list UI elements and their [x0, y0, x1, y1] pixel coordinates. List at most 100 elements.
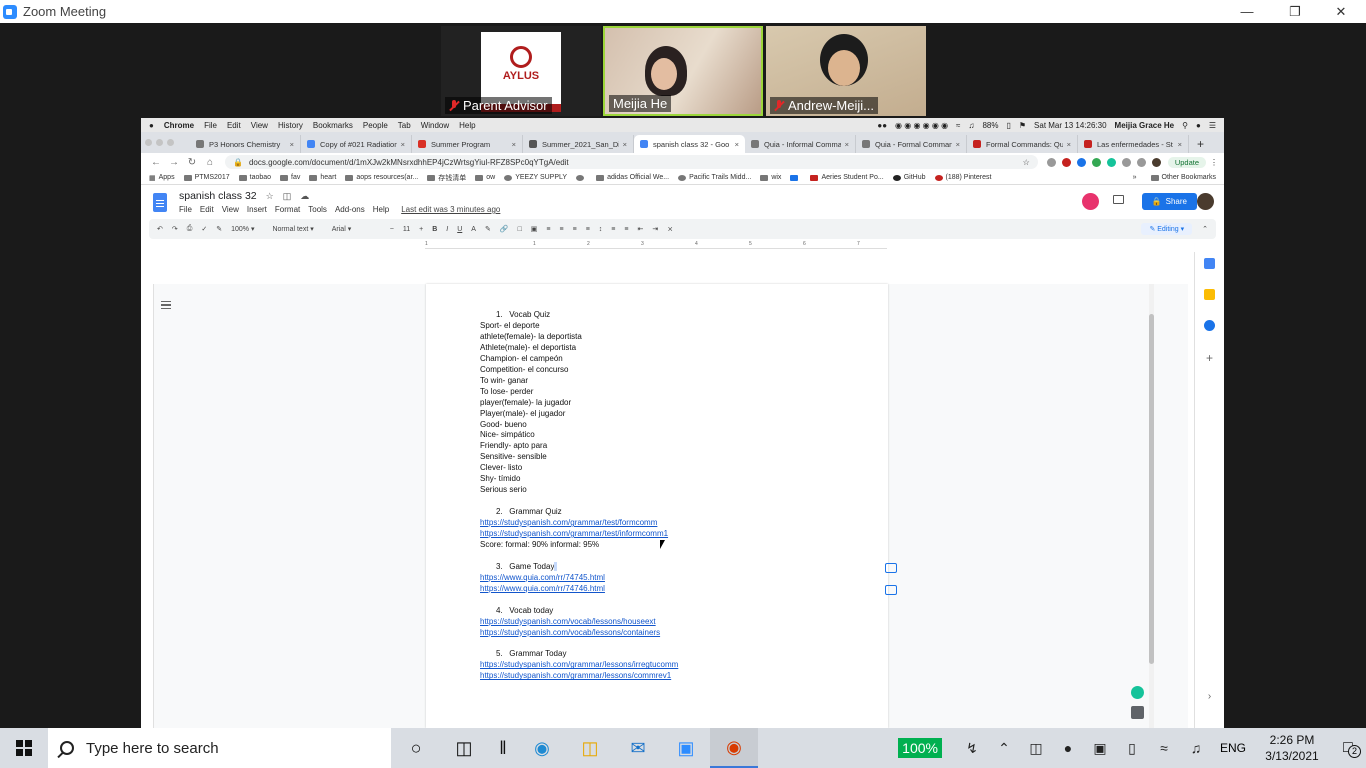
- docs-menu-help[interactable]: Help: [373, 205, 389, 214]
- bookmark-item[interactable]: Pacific Trails Midd...: [678, 174, 751, 181]
- docs-menu-insert[interactable]: Insert: [247, 205, 267, 214]
- tab-close-icon[interactable]: ×: [623, 140, 627, 149]
- bookmark-item[interactable]: GitHub: [892, 174, 926, 181]
- participant-tile-andrew[interactable]: Andrew-Meiji...: [766, 26, 926, 116]
- tab-radiation[interactable]: Copy of #021 Radiation ×: [301, 135, 412, 153]
- extension-icon[interactable]: [1076, 157, 1086, 167]
- divider-icon[interactable]: ‖: [488, 728, 518, 768]
- menu-window[interactable]: Window: [421, 121, 449, 130]
- insert-image-icon[interactable]: ▣: [531, 225, 538, 233]
- bookmark-item[interactable]: adidas Official We...: [596, 174, 669, 181]
- doc-link[interactable]: https://studyspanish.com/grammar/test/fo…: [480, 518, 860, 529]
- forward-icon[interactable]: →: [165, 157, 183, 168]
- tab-close-icon[interactable]: ×: [512, 140, 516, 149]
- increase-indent-icon[interactable]: ⇥: [652, 225, 658, 233]
- menu-chrome[interactable]: Chrome: [164, 121, 194, 130]
- docs-menu-addons[interactable]: Add-ons: [335, 205, 365, 214]
- other-bookmarks[interactable]: Other Bookmarks: [1150, 174, 1216, 181]
- close-button[interactable]: ✕: [1318, 0, 1364, 23]
- document-outline-icon[interactable]: [161, 301, 171, 309]
- tab-close-icon[interactable]: ×: [401, 140, 405, 149]
- link-icon[interactable]: 🔗: [500, 225, 509, 233]
- extension-icon[interactable]: [1106, 157, 1116, 167]
- doc-page[interactable]: 1. Vocab Quiz Sport- el deporte athlete(…: [426, 284, 888, 728]
- text-color-icon[interactable]: A: [471, 226, 476, 233]
- mac-user[interactable]: Meijia Grace He: [1115, 121, 1175, 130]
- tab-close-icon[interactable]: ×: [956, 140, 960, 149]
- bookmark-item[interactable]: ow: [475, 174, 495, 181]
- minimize-button[interactable]: —: [1224, 0, 1270, 23]
- tab-summer-program[interactable]: Summer Program ×: [412, 135, 523, 153]
- comment-history-icon[interactable]: [1113, 195, 1124, 204]
- tab-formal-commands[interactable]: Formal Commands: Qu ×: [967, 135, 1078, 153]
- battery-icon[interactable]: ▯: [1116, 740, 1148, 757]
- reload-icon[interactable]: ↻: [183, 157, 201, 168]
- task-view-icon[interactable]: ◫: [440, 728, 488, 768]
- extension-icon[interactable]: [1091, 157, 1101, 167]
- menu-edit[interactable]: Edit: [227, 121, 241, 130]
- volume-icon[interactable]: ♫: [1180, 740, 1212, 756]
- bulleted-list-icon[interactable]: ≡: [624, 226, 628, 233]
- docs-menu-view[interactable]: View: [222, 205, 239, 214]
- home-icon[interactable]: ⌂: [201, 157, 219, 168]
- screen-clip-icon[interactable]: ▣: [1084, 740, 1116, 757]
- bookmark-item[interactable]: [576, 174, 587, 181]
- battery-icon[interactable]: ▯: [1006, 121, 1010, 130]
- doc-link[interactable]: https://studyspanish.com/grammar/test/in…: [480, 529, 860, 540]
- tab-close-icon[interactable]: ×: [845, 140, 849, 149]
- wechat-icon[interactable]: ●●: [877, 121, 887, 130]
- bookmark-item[interactable]: [790, 174, 801, 181]
- collapse-toolbar-icon[interactable]: ⌃: [1202, 225, 1208, 233]
- bookmark-item[interactable]: wix: [760, 174, 781, 181]
- docs-menu-format[interactable]: Format: [275, 205, 300, 214]
- mail-icon[interactable]: ✉: [614, 728, 662, 768]
- wifi-icon[interactable]: ≈: [1148, 740, 1180, 756]
- align-justify-icon[interactable]: ≡: [586, 226, 590, 233]
- tab-close-icon[interactable]: ×: [735, 140, 739, 149]
- meet-icon[interactable]: [1082, 193, 1099, 210]
- editing-mode-select[interactable]: ✎ Editing ▾: [1141, 223, 1193, 235]
- align-center-icon[interactable]: ≡: [560, 226, 564, 233]
- flag-icon[interactable]: ⚑: [1019, 121, 1026, 130]
- grammarly-icon[interactable]: [1131, 686, 1144, 699]
- align-left-icon[interactable]: ≡: [546, 226, 550, 233]
- decrease-indent-icon[interactable]: ⇤: [637, 225, 643, 233]
- account-avatar[interactable]: [1197, 193, 1214, 210]
- vertical-ruler[interactable]: [148, 284, 154, 728]
- numbered-list-icon[interactable]: ≡: [611, 226, 615, 233]
- doc-link[interactable]: https://studyspanish.com/vocab/lessons/h…: [480, 617, 860, 628]
- taskbar-search[interactable]: Type here to search: [48, 728, 391, 768]
- taskbar-clock[interactable]: 2:26 PM 3/13/2021: [1254, 732, 1330, 764]
- font-select[interactable]: Arial ▾: [332, 225, 380, 233]
- tab-enfermedades[interactable]: Las enfermedades - St ×: [1078, 135, 1189, 153]
- tab-chemistry[interactable]: P3 Honors Chemistry ×: [190, 135, 301, 153]
- address-bar[interactable]: 🔒 docs.google.com/document/d/1mXJw2kMNsr…: [225, 155, 1038, 169]
- doc-body[interactable]: 1. Vocab Quiz Sport- el deporte athlete(…: [480, 310, 860, 682]
- tab-close-icon[interactable]: ×: [1178, 140, 1182, 149]
- bookmarks-overflow[interactable]: »: [1133, 174, 1137, 181]
- doc-link[interactable]: https://www.quia.com/rr/74745.html: [480, 573, 860, 584]
- bookmark-item[interactable]: Aeries Student Po...: [810, 174, 884, 181]
- update-button[interactable]: Update: [1167, 156, 1206, 168]
- extension-icon[interactable]: [1046, 157, 1056, 167]
- add-comment-icon[interactable]: □: [518, 226, 522, 233]
- mac-clock[interactable]: Sat Mar 13 14:26:30: [1034, 121, 1107, 130]
- zoom-taskbar-icon[interactable]: ▣: [662, 728, 710, 768]
- tab-quia-formal[interactable]: Quia - Formal Comman ×: [856, 135, 967, 153]
- italic-icon[interactable]: I: [446, 226, 448, 233]
- redo-icon[interactable]: ↷: [172, 225, 178, 233]
- docs-menu-tools[interactable]: Tools: [308, 205, 327, 214]
- bookmark-item[interactable]: (188) Pinterest: [934, 174, 991, 181]
- participant-tile-meijia-he[interactable]: Meijia He: [603, 26, 763, 116]
- tab-quia-informal[interactable]: Quia - Informal Comma ×: [745, 135, 856, 153]
- extension-icon[interactable]: [1121, 157, 1131, 167]
- new-tab-button[interactable]: +: [1197, 135, 1204, 153]
- extension-icon[interactable]: [1061, 157, 1071, 167]
- font-size-input[interactable]: 11: [403, 226, 410, 233]
- power-plug-icon[interactable]: ↯: [956, 740, 988, 757]
- bookmark-apps[interactable]: ▦ Apps: [149, 174, 175, 182]
- menu-file[interactable]: File: [204, 121, 217, 130]
- undo-icon[interactable]: ↶: [157, 225, 163, 233]
- suggest-edit-float-icon[interactable]: [885, 585, 897, 595]
- back-icon[interactable]: ←: [147, 157, 165, 168]
